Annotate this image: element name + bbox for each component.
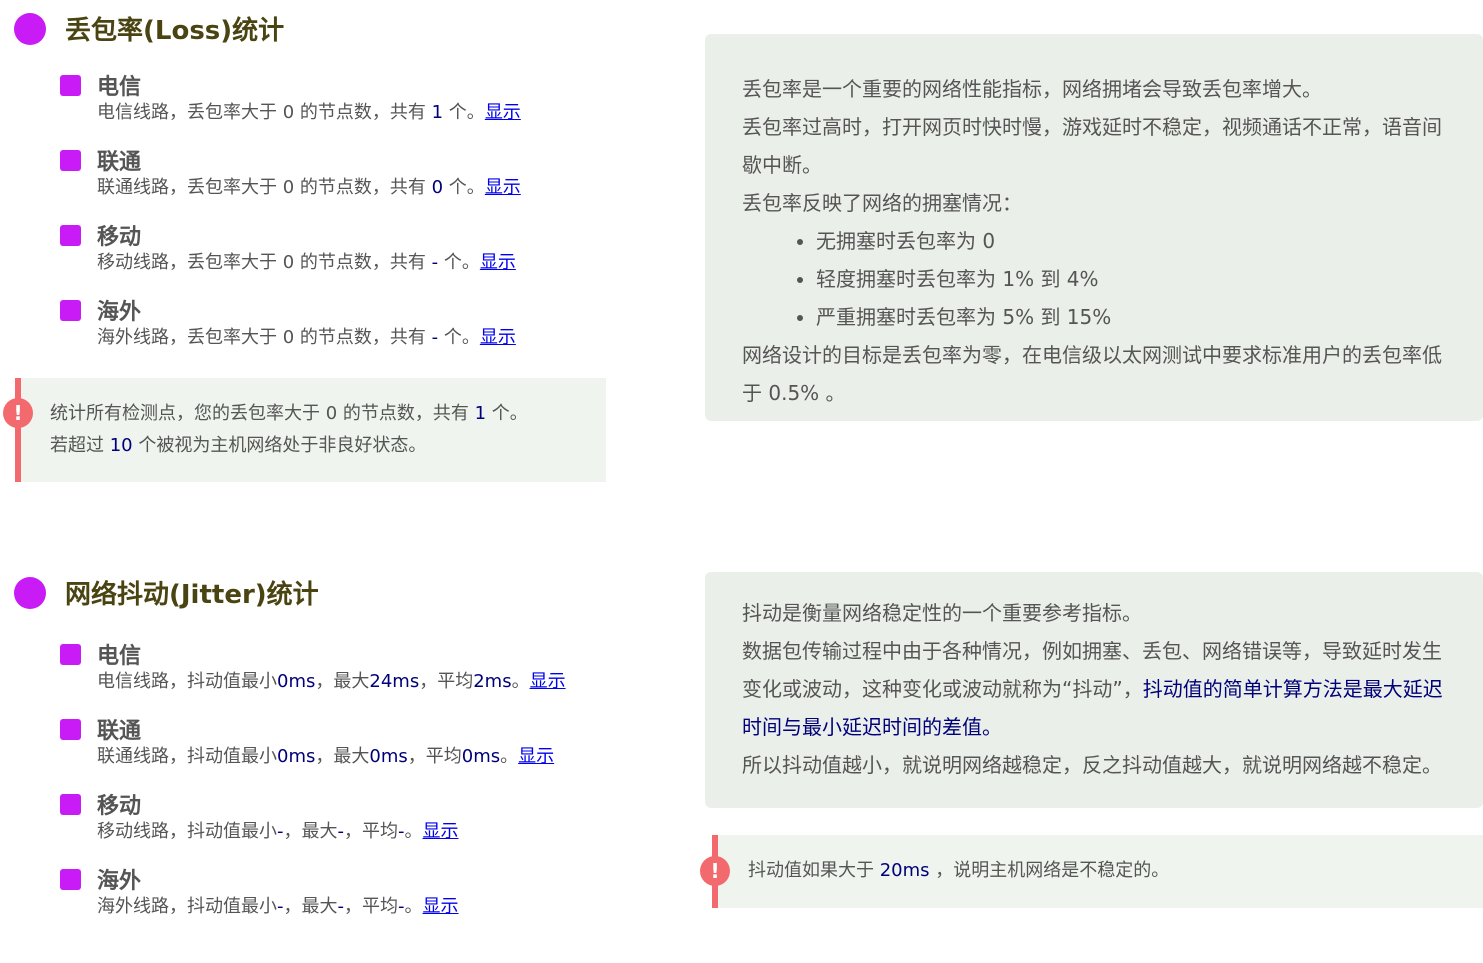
- show-link[interactable]: 显示: [485, 177, 521, 198]
- jitter-item-telecom: 电信 电信线路，抖动值最小0ms，最大24ms，平均2ms。显示: [60, 640, 566, 694]
- bullet-square-icon: [60, 299, 81, 321]
- bullet-square-icon: [60, 224, 81, 246]
- item-description: 电信线路，抖动值最小0ms，最大24ms，平均2ms。显示: [97, 671, 566, 692]
- loss-item-unicom: 联通 联通线路，丢包率大于 0 的节点数，共有 0 个。显示: [60, 146, 521, 200]
- bullet-square-icon: [60, 793, 81, 815]
- info-paragraph: 丢包率过高时，打开网页时快时慢，游戏延时不稳定，视频通话不正常，语音间 歇中断。: [742, 115, 1442, 177]
- item-title: 海外: [97, 300, 142, 325]
- info-paragraph: 数据包传输过程中由于各种情况，例如拥塞、丢包、网络错误等，导致延时发生 变化或波动…: [742, 639, 1443, 739]
- show-link[interactable]: 显示: [480, 252, 516, 273]
- bullet-square-icon: [60, 643, 81, 665]
- list-item: 轻度拥塞时丢包率为 1% 到 4%: [816, 260, 1483, 298]
- show-link[interactable]: 显示: [485, 102, 521, 123]
- jitter-item-unicom: 联通 联通线路，抖动值最小0ms，最大0ms，平均0ms。显示: [60, 715, 554, 769]
- congestion-list: 无拥塞时丢包率为 0 轻度拥塞时丢包率为 1% 到 4% 严重拥塞时丢包率为 5…: [742, 222, 1483, 336]
- loss-item-overseas: 海外 海外线路，丢包率大于 0 的节点数，共有 - 个。显示: [60, 296, 516, 350]
- info-paragraph: 抖动是衡量网络稳定性的一个重要参考指标。: [742, 601, 1142, 625]
- info-paragraph: 所以抖动值越小，就说明网络越稳定，反之抖动值越大，就说明网络越不稳定。: [742, 753, 1442, 777]
- list-item: 无拥塞时丢包率为 0: [816, 222, 1483, 260]
- loss-item-mobile: 移动 移动线路，丢包率大于 0 的节点数，共有 - 个。显示: [60, 221, 516, 275]
- loss-info-panel: 丢包率是一个重要的网络性能指标，网络拥堵会导致丢包率增大。 丢包率过高时，打开网…: [705, 34, 1483, 421]
- item-description: 联通线路，抖动值最小0ms，最大0ms，平均0ms。显示: [97, 746, 555, 767]
- item-description: 海外线路，抖动值最小-，最大-，平均-。显示: [97, 896, 459, 917]
- loss-alert-text: 统计所有检测点，您的丢包率大于 0 的节点数，共有 1 个。 若超过 10 个被…: [50, 403, 528, 456]
- item-title: 电信: [97, 75, 142, 100]
- bullet-square-icon: [60, 718, 81, 740]
- node-count: 1: [431, 102, 444, 123]
- loss-item-telecom: 电信 电信线路，丢包率大于 0 的节点数，共有 1 个。显示: [60, 71, 521, 125]
- jitter-alert-text: 抖动值如果大于 20ms ，说明主机网络是不稳定的。: [748, 860, 1170, 881]
- bullet-square-icon: [60, 868, 81, 890]
- item-description: 海外线路，丢包率大于 0 的节点数，共有 - 个。显示: [97, 327, 516, 348]
- jitter-alert-box: ! 抖动值如果大于 20ms ，说明主机网络是不稳定的。: [700, 835, 1483, 908]
- jitter-section-heading: 网络抖动(Jitter)统计: [14, 574, 319, 611]
- bullet-square-icon: [60, 74, 81, 96]
- info-paragraph: 网络设计的目标是丢包率为零，在电信级以太网测试中要求标准用户的丢包率低于 0.5…: [742, 343, 1442, 405]
- item-description: 联通线路，丢包率大于 0 的节点数，共有 0 个。显示: [97, 177, 521, 198]
- item-title: 移动: [97, 794, 142, 819]
- warning-icon: !: [700, 856, 730, 886]
- item-title: 联通: [97, 719, 142, 744]
- bullet-square-icon: [60, 149, 81, 171]
- show-link[interactable]: 显示: [423, 896, 459, 917]
- section-dot-icon: [14, 576, 46, 609]
- show-link[interactable]: 显示: [518, 746, 554, 767]
- loss-alert-box: ! 统计所有检测点，您的丢包率大于 0 的节点数，共有 1 个。 若超过 10 …: [3, 378, 606, 482]
- loss-section-title: 丢包率(Loss)统计: [65, 16, 285, 46]
- show-link[interactable]: 显示: [480, 327, 516, 348]
- item-description: 移动线路，抖动值最小-，最大-，平均-。显示: [97, 821, 459, 842]
- jitter-info-panel: 抖动是衡量网络稳定性的一个重要参考指标。 数据包传输过程中由于各种情况，例如拥塞…: [705, 572, 1483, 808]
- item-title: 电信: [97, 644, 142, 669]
- jitter-item-mobile: 移动 移动线路，抖动值最小-，最大-，平均-。显示: [60, 790, 459, 844]
- item-description: 移动线路，丢包率大于 0 的节点数，共有 - 个。显示: [97, 252, 516, 273]
- item-title: 海外: [97, 869, 142, 894]
- info-paragraph: 丢包率是一个重要的网络性能指标，网络拥堵会导致丢包率增大。: [742, 77, 1322, 101]
- node-count: 0: [431, 177, 444, 198]
- item-description: 电信线路，丢包率大于 0 的节点数，共有 1 个。显示: [97, 102, 521, 123]
- item-title: 联通: [97, 150, 142, 175]
- section-dot-icon: [14, 12, 46, 45]
- jitter-section-title: 网络抖动(Jitter)统计: [65, 580, 319, 610]
- info-paragraph: 丢包率反映了网络的拥塞情况：: [742, 191, 1022, 215]
- list-item: 严重拥塞时丢包率为 5% 到 15%: [816, 298, 1483, 336]
- loss-section-heading: 丢包率(Loss)统计: [14, 10, 284, 47]
- jitter-item-overseas: 海外 海外线路，抖动值最小-，最大-，平均-。显示: [60, 865, 459, 919]
- warning-icon: !: [3, 398, 33, 428]
- show-link[interactable]: 显示: [530, 671, 566, 692]
- show-link[interactable]: 显示: [423, 821, 459, 842]
- item-title: 移动: [97, 225, 142, 250]
